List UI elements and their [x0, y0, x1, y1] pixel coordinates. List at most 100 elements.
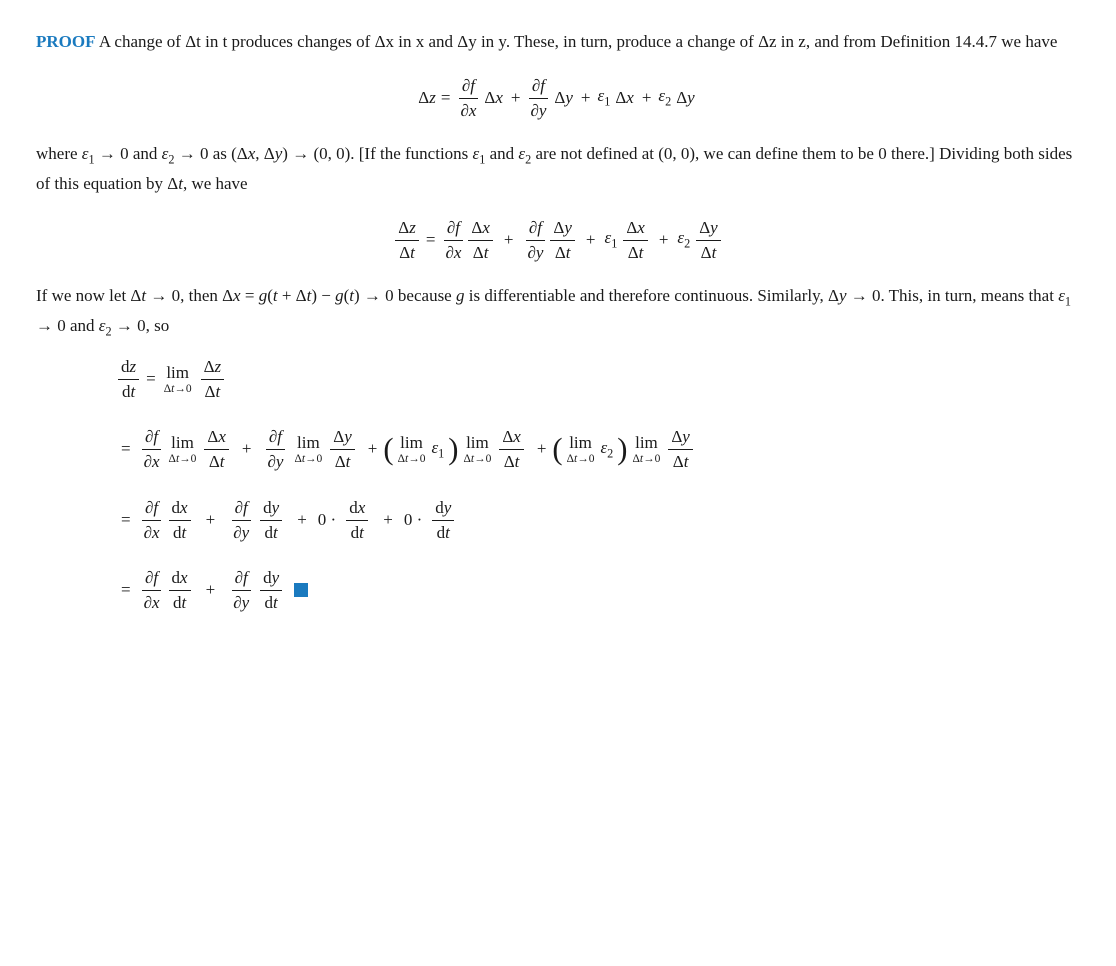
- eq3-dy-dt: dy dt: [260, 496, 282, 544]
- paragraph-1: PROOF A change of Δt in t produces chang…: [36, 28, 1080, 56]
- eq3-lim-sub1: Δt→0: [164, 383, 192, 396]
- eq3-lim2: lim Δt→0: [169, 433, 197, 466]
- eq2-eq: =: [426, 230, 436, 250]
- eq1-eps2: ε2: [658, 86, 671, 109]
- eq3-eps1: ε1: [431, 438, 444, 461]
- para1-text: A change of Δt in t produces changes of …: [99, 32, 1058, 51]
- eq2-eps2: ε2: [677, 228, 690, 251]
- eq3-dy-dt2: dy dt: [432, 496, 454, 544]
- eq2-frac1-den: ∂x: [442, 241, 464, 264]
- paragraph-3: If we now let Δt → 0, then Δx = g(t + Δt…: [36, 282, 1080, 341]
- eq3-dx-dt: dx dt: [169, 496, 191, 544]
- eq1-frac1-num: ∂f: [459, 74, 478, 99]
- eq2-frac4-den: Δt: [552, 241, 574, 264]
- eq3-eq2: =: [121, 439, 131, 459]
- eq1-frac1: ∂f ∂x: [457, 74, 479, 122]
- eq3-eq1: =: [146, 369, 156, 389]
- eq1-frac1-den: ∂x: [457, 99, 479, 122]
- eq3-dy-dt3: dy dt: [260, 566, 282, 614]
- qed-square: [294, 583, 308, 597]
- eq3-plus7: +: [206, 580, 216, 600]
- eq1-plus3: +: [642, 88, 652, 108]
- eq3-deltat: Δt: [202, 380, 224, 403]
- eq2-frac3-num: ∂f: [526, 216, 545, 241]
- eq3-dz: dz: [118, 355, 139, 380]
- eq3-lim-word2: lim: [171, 433, 194, 453]
- eq3-pf-py2: ∂f ∂y: [230, 496, 252, 544]
- eq2-frac1: ∂f ∂x: [442, 216, 464, 264]
- eq2-frac6-num: Δy: [696, 216, 720, 241]
- eq1-equals: =: [441, 88, 451, 108]
- eq1-frac2-den: ∂y: [527, 99, 549, 122]
- eq3-dx-dt2: dx dt: [346, 496, 368, 544]
- eq3-line4: = ∂f ∂x dx dt + ∂f ∂y dy dt: [116, 566, 308, 614]
- paren-left-2: (: [552, 434, 562, 465]
- eq1-plus2: +: [581, 88, 591, 108]
- eq3-lim6: lim Δt→0: [567, 433, 595, 466]
- eq3-plus4: +: [206, 510, 216, 530]
- eq2-lhs-num: Δz: [395, 216, 419, 241]
- eq2-frac5: Δx Δt: [623, 216, 647, 264]
- eq2-frac2-num: Δx: [468, 216, 492, 241]
- eq2-frac2: Δx Δt: [468, 216, 492, 264]
- eq3-pf-px-den: ∂x: [141, 450, 163, 473]
- eq2-frac3: ∂f ∂y: [524, 216, 546, 264]
- eq3-frac-dx-dt1: Δx Δt: [204, 425, 228, 473]
- eq2-plus3: +: [659, 230, 669, 250]
- eq3-frac-dy-dt2: Δy Δt: [668, 425, 692, 473]
- eq1-frac2: ∂f ∂y: [527, 74, 549, 122]
- eq2-frac3-den: ∂y: [524, 241, 546, 264]
- eq3-pf-px2: ∂f ∂x: [141, 496, 163, 544]
- eq3-lim-sub2: Δt→0: [169, 453, 197, 466]
- eq3-frac-dz-dt: Δz Δt: [201, 355, 225, 403]
- eq3-lim1: lim Δt→0: [164, 363, 192, 396]
- eq3-plus5: +: [297, 510, 307, 530]
- eq3-plus1: +: [242, 439, 252, 459]
- eq3-pf-px3: ∂f ∂x: [141, 566, 163, 614]
- eq2-frac4-num: Δy: [550, 216, 574, 241]
- eq3-frac-dy-dt1: Δy Δt: [330, 425, 354, 473]
- eq3-lim-word1: lim: [166, 363, 189, 383]
- eq2-eps1: ε1: [605, 228, 618, 251]
- paren-right-2: ): [617, 434, 627, 465]
- eq3-lim7: lim Δt→0: [633, 433, 661, 466]
- eq3-eq3: =: [121, 510, 131, 530]
- eq3-frac-dx-dt2: Δx Δt: [499, 425, 523, 473]
- eq2-frac6: Δy Δt: [696, 216, 720, 264]
- paren-right-1: ): [448, 434, 458, 465]
- eq1-eps1: ε1: [598, 86, 611, 109]
- eq2-lhs-frac: Δz Δt: [395, 216, 419, 264]
- eq3-plus2: +: [368, 439, 378, 459]
- eq3-zero1: 0 ·: [318, 510, 336, 530]
- eq3-pf-px: ∂f ∂x: [141, 425, 163, 473]
- eq2-frac2-den: Δt: [470, 241, 492, 264]
- eq3-lim3: lim Δt→0: [294, 433, 322, 466]
- eq3-pf-py: ∂f ∂y: [264, 425, 286, 473]
- eq1-lhs: Δz: [418, 88, 436, 108]
- eq1-dx2: Δx: [615, 88, 633, 108]
- eq1-frac2-num: ∂f: [529, 74, 548, 99]
- eq3-pf-py3: ∂f ∂y: [230, 566, 252, 614]
- eq2-frac5-num: Δx: [623, 216, 647, 241]
- eq2-frac5-den: Δt: [625, 241, 647, 264]
- eq3-eps2: ε2: [600, 438, 613, 461]
- eq1-dy2: Δy: [676, 88, 694, 108]
- equation-1: Δz = ∂f ∂x Δx + ∂f ∂y Δy + ε1 Δx + ε2 Δy: [36, 74, 1080, 122]
- eq3-lim4: lim Δt→0: [398, 433, 426, 466]
- equation-2: Δz Δt = ∂f ∂x Δx Δt + ∂f ∂y Δy Δt + ε1 Δ…: [36, 216, 1080, 264]
- eq1-plus1: +: [511, 88, 521, 108]
- eq3-lim5: lim Δt→0: [463, 433, 491, 466]
- eq3-dx-dt3: dx dt: [169, 566, 191, 614]
- eq3-line1: dz dt = lim Δt→0 Δz Δt: [116, 355, 226, 403]
- eq2-plus1: +: [504, 230, 514, 250]
- eq2-lhs-den: Δt: [396, 241, 418, 264]
- eq3-line2: = ∂f ∂x lim Δt→0 Δx Δt + ∂f ∂y lim Δt→0 …: [116, 425, 697, 473]
- eq3-line3: = ∂f ∂x dx dt + ∂f ∂y dy dt + 0 · dx dt …: [116, 496, 458, 544]
- eq3-plus6: +: [383, 510, 393, 530]
- paragraph-2: where ε1 → 0 and ε2 → 0 as (Δx, Δy) → (0…: [36, 140, 1080, 198]
- eq1-dy: Δy: [554, 88, 572, 108]
- eq3-zero2: 0 ·: [404, 510, 422, 530]
- eq1-dx: Δx: [484, 88, 502, 108]
- eq3-dt: dt: [119, 380, 138, 403]
- eq2-frac1-num: ∂f: [444, 216, 463, 241]
